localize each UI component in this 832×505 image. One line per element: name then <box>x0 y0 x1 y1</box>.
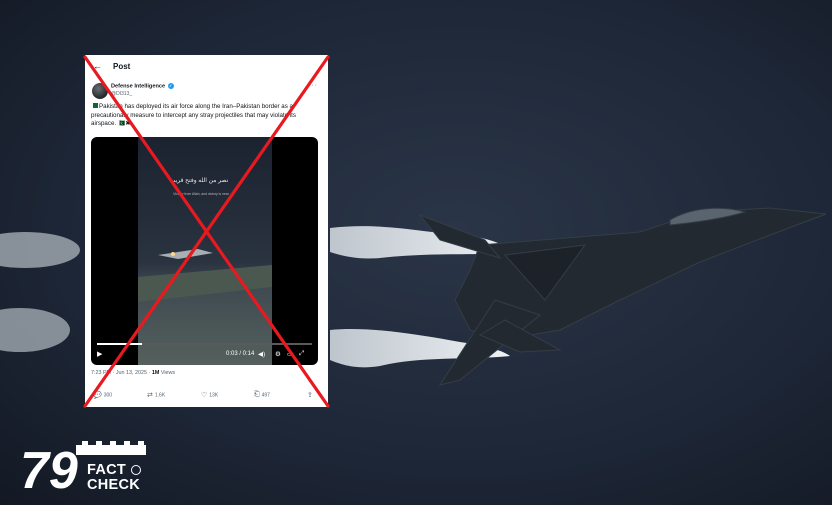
settings-icon[interactable]: ⚙ <box>275 350 281 358</box>
video-frame <box>138 137 272 365</box>
logo-number: 79 <box>20 442 78 496</box>
reply-icon: 💬 <box>93 392 102 399</box>
avatar[interactable] <box>92 83 108 99</box>
flag-emoji-icon: 🇵🇰✖ <box>117 121 131 128</box>
video-timecode: 0:03 / 0:14 <box>226 351 255 357</box>
captions-icon[interactable]: ▭ <box>287 350 293 358</box>
check-circle-icon <box>131 465 141 475</box>
bookmark-icon: ⎗ <box>254 391 260 398</box>
heart-icon: ♡ <box>201 392 208 399</box>
reply-button[interactable]: 💬 300 <box>93 391 112 399</box>
volume-icon[interactable]: ◀) <box>258 350 265 358</box>
author-handle[interactable]: @DI313_ <box>111 91 132 97</box>
page-title: Post <box>113 62 131 71</box>
logo-fact-text: FACT <box>87 462 127 478</box>
video-player[interactable]: نصر من الله وفتح قريب Victory from Allah… <box>91 137 318 365</box>
more-options-icon[interactable]: ··· <box>308 82 318 89</box>
video-arabic-caption: نصر من الله وفتح قريب <box>169 178 229 184</box>
verified-badge-icon: ✓ <box>167 83 174 89</box>
video-progress-bar[interactable] <box>97 343 312 345</box>
tweet-action-bar: 💬 300 ⇄ 1.6K ♡ 13K ⎗ 497 ⇪ <box>91 391 323 401</box>
video-english-caption: Victory from Allah, and victory is near <box>173 192 229 196</box>
tweet-screenshot-card: ← Post Defense Intelligence ✓ @DI313_ ··… <box>85 55 328 407</box>
logo-check-text: CHECK <box>87 477 141 493</box>
repost-count: 1.6K <box>154 392 166 399</box>
views-label: Views <box>159 370 176 376</box>
share-icon: ⇪ <box>307 392 313 399</box>
author-name-text: Defense Intelligence <box>111 83 166 90</box>
share-button[interactable]: ⇪ <box>307 391 315 399</box>
like-button[interactable]: ♡ 13K <box>201 391 218 399</box>
repost-button[interactable]: ⇄ 1.6K <box>147 391 165 399</box>
bookmark-count: 497 <box>261 392 270 399</box>
author-name[interactable]: Defense Intelligence ✓ <box>111 83 174 89</box>
reply-count: 300 <box>103 392 113 399</box>
like-count: 13K <box>209 392 219 399</box>
tweet-meta: 7:23 PM · Jun 13, 2025 · 1M Views <box>91 370 175 376</box>
fullscreen-icon[interactable]: ⤢ <box>299 350 304 358</box>
tweet-timestamp[interactable]: 7:23 PM · Jun 13, 2025 · <box>91 370 152 376</box>
tweet-text-block: Pakistan has deployed its air force alon… <box>91 103 321 129</box>
pakistan-flag-icon <box>91 103 98 108</box>
back-arrow-icon[interactable]: ← <box>93 61 102 71</box>
repost-icon: ⇄ <box>147 392 153 399</box>
bookmark-button[interactable]: ⎗ 497 <box>254 391 270 399</box>
play-icon[interactable]: ▶ <box>97 350 102 358</box>
video-progress-fill <box>97 343 143 345</box>
